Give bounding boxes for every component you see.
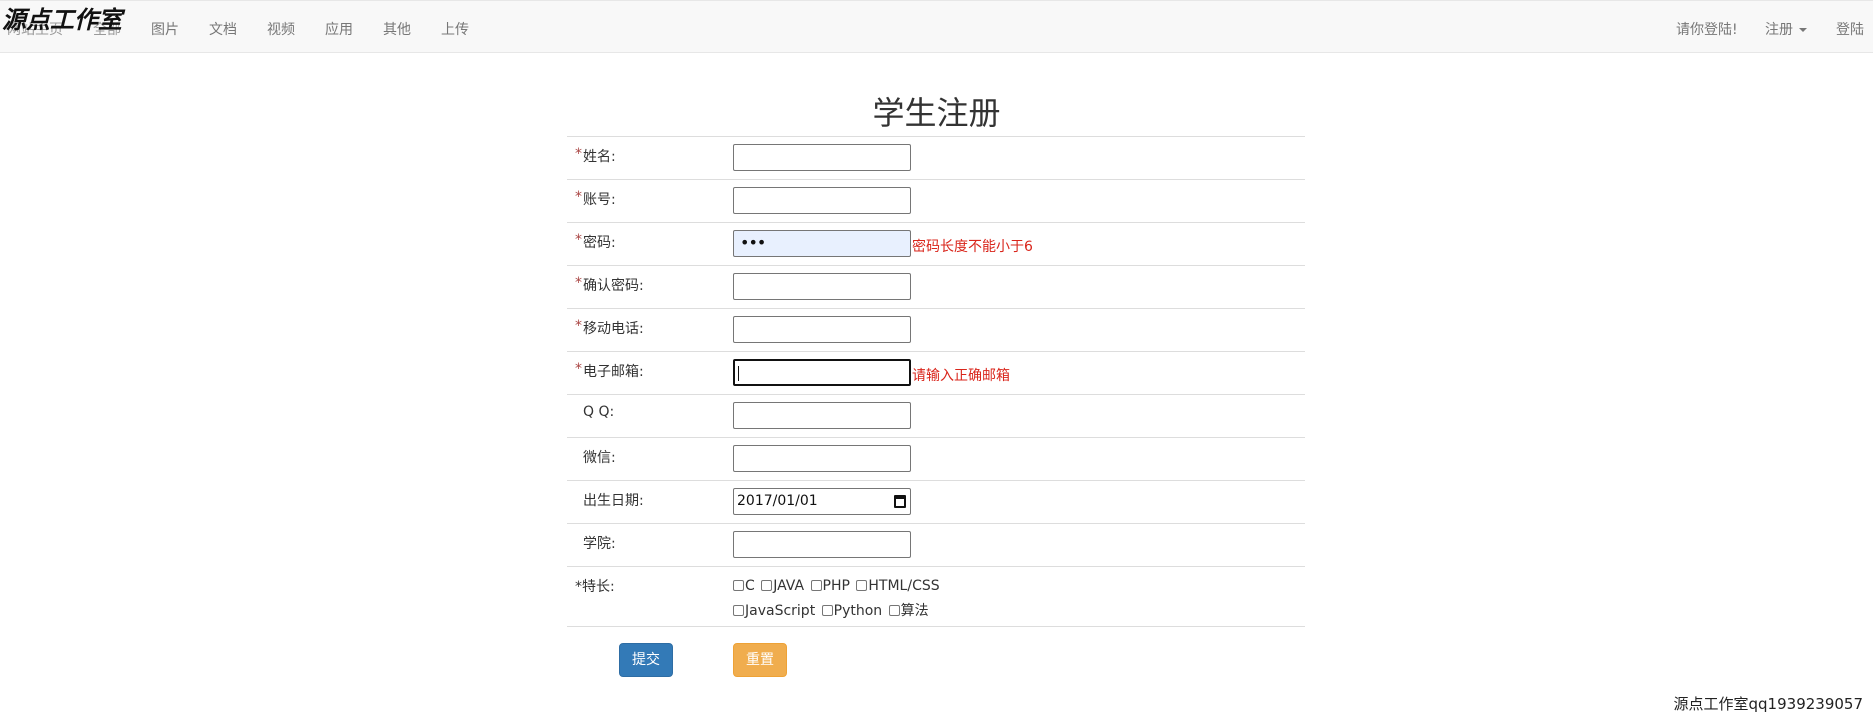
register-dropdown[interactable]: 注册: [1765, 19, 1807, 39]
brand-logo[interactable]: 源点工作室: [2, 0, 122, 35]
login-prompt-link[interactable]: 请你登陆!: [1676, 19, 1738, 39]
text-cursor: [738, 366, 739, 381]
navbar: 网站主页 全部 图片 文档 视频 应用 其他 上传 请你登陆! 注册 登陆: [0, 0, 1873, 53]
field-label: 电子邮箱:: [583, 364, 644, 380]
skills-label: *特长:: [575, 579, 615, 595]
field-label: 移动电话:: [583, 321, 644, 337]
skill-label: PHP: [822, 578, 850, 594]
birthday-date-input[interactable]: 2017/01/01: [733, 488, 911, 515]
field-label: Q Q:: [583, 404, 615, 420]
skills-line-2: JavaScript Python 算法: [733, 600, 929, 620]
skill-label: HTML/CSS: [868, 578, 940, 594]
submit-button[interactable]: 提交: [619, 643, 673, 677]
nav-link-other[interactable]: 其他: [383, 19, 411, 39]
skills-line-1: C JAVA PHP HTML/CSS: [733, 578, 940, 594]
reset-button[interactable]: 重置: [733, 643, 787, 677]
email-error: 请输入正确邮箱: [912, 368, 1010, 384]
field-label: 微信:: [583, 450, 616, 466]
form-row-qq: Q Q:: [567, 394, 1305, 437]
form-row-wechat: 微信:: [567, 437, 1305, 480]
nav-link-apps[interactable]: 应用: [325, 19, 353, 39]
skill-checkbox-html-css[interactable]: [856, 580, 868, 591]
registration-form: * 姓名: * 账号: * 密码: ••• 密码长度不能小于6 * 确认密码: …: [567, 136, 1305, 627]
form-row-phone: * 移动电话:: [567, 308, 1305, 351]
form-row-birthday: 出生日期: 2017/01/01: [567, 480, 1305, 523]
form-row-name: * 姓名:: [567, 136, 1305, 179]
password-input[interactable]: •••: [733, 230, 911, 257]
page-title: 学生注册: [872, 94, 1001, 132]
skill-label: Python: [833, 603, 883, 619]
skill-label: JavaScript: [745, 603, 816, 619]
skill-checkbox-javascript[interactable]: [733, 605, 744, 616]
skill-label: 算法: [900, 603, 929, 619]
phone-input[interactable]: [733, 316, 911, 343]
skill-checkbox-java[interactable]: [761, 580, 773, 591]
qq-input[interactable]: [733, 402, 911, 429]
skill-checkbox-algorithm[interactable]: [888, 605, 900, 616]
name-input[interactable]: [733, 144, 911, 171]
required-mark: *: [575, 318, 582, 334]
field-label: 出生日期:: [583, 493, 644, 509]
required-mark: *: [575, 232, 582, 248]
birthday-value: 2017/01/01: [737, 493, 818, 509]
required-mark: *: [575, 189, 582, 205]
field-label: 姓名:: [583, 149, 616, 165]
form-row-confirm-password: * 确认密码:: [567, 265, 1305, 308]
skill-label: JAVA: [773, 578, 805, 594]
nav-link-documents[interactable]: 文档: [209, 19, 237, 39]
nav-link-videos[interactable]: 视频: [267, 19, 295, 39]
college-input[interactable]: [733, 531, 911, 558]
field-label: 账号:: [583, 192, 616, 208]
required-mark: *: [575, 146, 582, 162]
form-row-password: * 密码: ••• 密码长度不能小于6: [567, 222, 1305, 265]
password-value: •••: [740, 233, 766, 252]
field-label: 确认密码:: [583, 278, 644, 294]
skill-checkbox-c[interactable]: [733, 580, 744, 591]
form-row-skills: *特长: C JAVA PHP HTML/CSS JavaScript Pyth…: [567, 566, 1305, 627]
field-label: 学院:: [583, 536, 616, 552]
skill-checkbox-python[interactable]: [821, 605, 833, 616]
skill-checkbox-php[interactable]: [810, 580, 822, 591]
required-mark: *: [575, 361, 582, 377]
calendar-icon[interactable]: [894, 495, 906, 508]
password-error: 密码长度不能小于6: [912, 239, 1033, 255]
account-input[interactable]: [733, 187, 911, 214]
footer-text: 源点工作室qq1939239057: [1673, 695, 1863, 713]
email-input[interactable]: [733, 359, 911, 386]
register-label: 注册: [1765, 22, 1793, 38]
field-label: 密码:: [583, 235, 616, 251]
required-mark: *: [575, 275, 582, 291]
login-link[interactable]: 登陆: [1836, 19, 1864, 39]
form-row-email: * 电子邮箱: 请输入正确邮箱: [567, 351, 1305, 394]
form-row-college: 学院:: [567, 523, 1305, 566]
nav-link-images[interactable]: 图片: [151, 19, 179, 39]
caret-down-icon: [1799, 28, 1807, 32]
nav-link-upload[interactable]: 上传: [441, 19, 469, 39]
wechat-input[interactable]: [733, 445, 911, 472]
form-row-account: * 账号:: [567, 179, 1305, 222]
skill-label: C: [745, 578, 755, 594]
confirm-password-input[interactable]: [733, 273, 911, 300]
